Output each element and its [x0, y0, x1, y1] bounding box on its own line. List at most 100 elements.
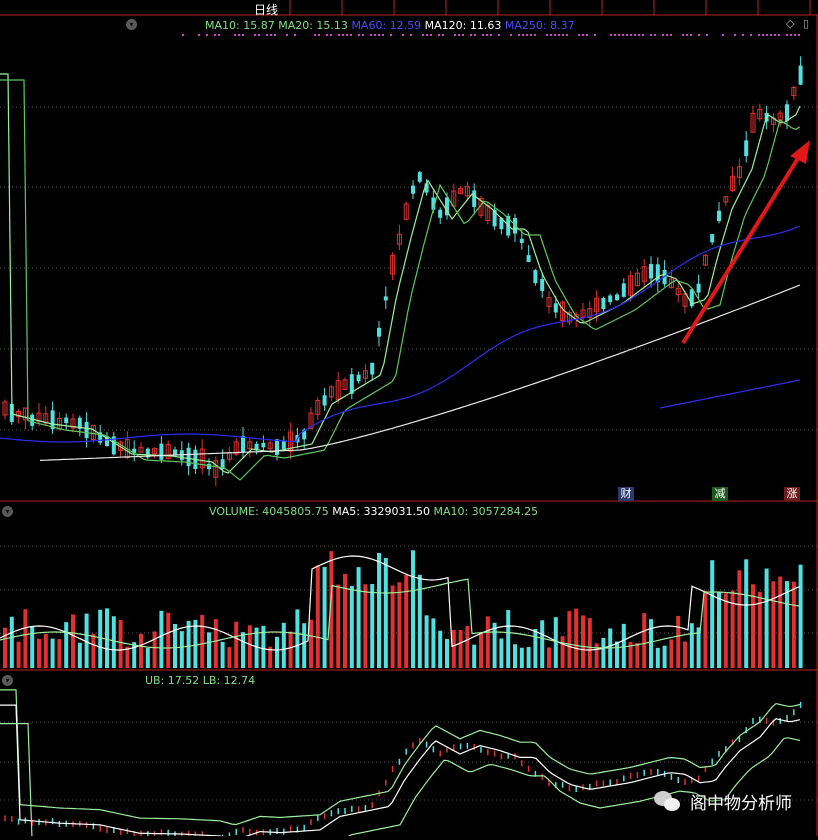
signal-dot — [618, 34, 620, 36]
ma250-line — [659, 379, 801, 409]
boll-pane-collapse-icon[interactable]: ▾ — [2, 675, 13, 686]
signal-dot — [562, 34, 564, 36]
candle-body-down — [383, 296, 388, 301]
signal-dot — [798, 34, 800, 36]
candle-body-down — [438, 209, 443, 218]
volume-bar — [23, 609, 28, 668]
volume-bar — [560, 636, 565, 668]
volume-bar — [615, 641, 619, 668]
boll-middle-line — [0, 704, 801, 840]
signal-dot — [682, 34, 684, 36]
volume-bar — [220, 641, 225, 668]
volume-bar — [152, 631, 157, 668]
candle-body-down — [621, 283, 626, 297]
candle-body-down — [370, 362, 375, 375]
rise-badge[interactable]: 涨 — [784, 487, 800, 501]
volume-bar — [213, 619, 218, 668]
volume-bar — [621, 623, 626, 668]
signal-dot — [370, 34, 372, 36]
volume-bar — [9, 616, 14, 668]
volume-bar — [118, 620, 123, 668]
signal-dot — [214, 34, 216, 36]
signal-dot — [430, 34, 432, 36]
signal-dot — [238, 34, 240, 36]
volume-bar — [383, 557, 388, 668]
signal-dot — [546, 34, 548, 36]
candle-body-down — [281, 441, 286, 449]
signal-dot — [558, 34, 560, 36]
volume-bar — [451, 629, 456, 668]
signal-dot — [610, 34, 612, 36]
signal-dot — [422, 34, 424, 36]
finance-badge[interactable]: 财 — [618, 487, 634, 501]
signal-dot — [338, 34, 340, 36]
signal-dot — [458, 34, 460, 36]
volume-bar — [227, 647, 232, 668]
candle-body-down — [472, 190, 477, 208]
candle-body-down — [261, 442, 266, 448]
volume-bar — [479, 632, 483, 668]
signal-dot — [426, 34, 428, 36]
volume-bar — [288, 631, 293, 668]
volume-bar — [91, 633, 96, 668]
candle-body-down — [159, 443, 164, 460]
ma120-legend: MA120: 11.63 — [424, 19, 502, 32]
signal-dot — [630, 34, 632, 36]
signal-dot — [734, 34, 736, 36]
volume-bar — [730, 590, 735, 668]
signal-dot — [762, 34, 764, 36]
volume-bar — [397, 582, 402, 668]
volume-bar — [737, 570, 742, 668]
volume-bar — [547, 647, 551, 668]
volume-bar — [492, 622, 497, 668]
signal-dot — [778, 34, 780, 36]
signal-dot — [582, 34, 584, 36]
signal-dot — [622, 34, 624, 36]
signal-dot — [258, 34, 260, 36]
volume-bar — [179, 631, 184, 668]
signal-dot — [390, 34, 392, 36]
signal-dot — [254, 34, 256, 36]
volume-pane-collapse-icon[interactable]: ▾ — [2, 506, 13, 517]
volume-bar — [200, 614, 205, 668]
volume-bar — [540, 620, 545, 668]
signal-dot — [182, 34, 184, 36]
volume-bar — [295, 609, 300, 668]
signal-dot — [346, 34, 348, 36]
signal-dot — [698, 34, 700, 36]
boll-ub: UB: 17.52 — [145, 674, 200, 687]
reduce-badge[interactable]: 减 — [712, 487, 728, 501]
ma10-legend: MA10: 15.87 — [205, 19, 275, 32]
signal-dot — [234, 34, 236, 36]
diamond-icon[interactable]: ◇ — [786, 17, 794, 30]
signal-dot — [566, 34, 568, 36]
volume-bar — [581, 615, 585, 668]
candle-body-down — [615, 294, 619, 301]
ma60-line — [0, 225, 801, 443]
signal-dot — [286, 34, 288, 36]
signal-dot — [638, 34, 640, 36]
watermark: 阁中物分析师 — [654, 789, 792, 814]
boll-legend: UB: 17.52 LB: 12.74 — [145, 674, 255, 687]
signal-dot — [526, 34, 528, 36]
main-pane-collapse-icon[interactable]: ▾ — [126, 19, 137, 30]
candle-body-down — [798, 65, 803, 85]
signal-dot — [482, 34, 484, 36]
candle-body-down — [785, 104, 789, 121]
candle-body-down — [356, 374, 361, 382]
candle-body-down — [207, 463, 211, 470]
signal-dot — [790, 34, 792, 36]
signal-dot — [634, 34, 636, 36]
signal-dot — [402, 34, 404, 36]
panel-toggle-icon[interactable]: ▯ — [803, 17, 809, 30]
volume-bar — [703, 590, 708, 668]
signal-dot — [586, 34, 588, 36]
signal-dot — [642, 34, 644, 36]
signal-dot — [342, 34, 344, 36]
boll-lb: LB: 12.74 — [202, 674, 256, 687]
signal-dot — [650, 34, 652, 36]
volume-bar — [193, 619, 198, 668]
volume-bar — [404, 574, 409, 668]
stock-chart[interactable] — [0, 0, 818, 840]
volume-bar — [77, 642, 82, 668]
